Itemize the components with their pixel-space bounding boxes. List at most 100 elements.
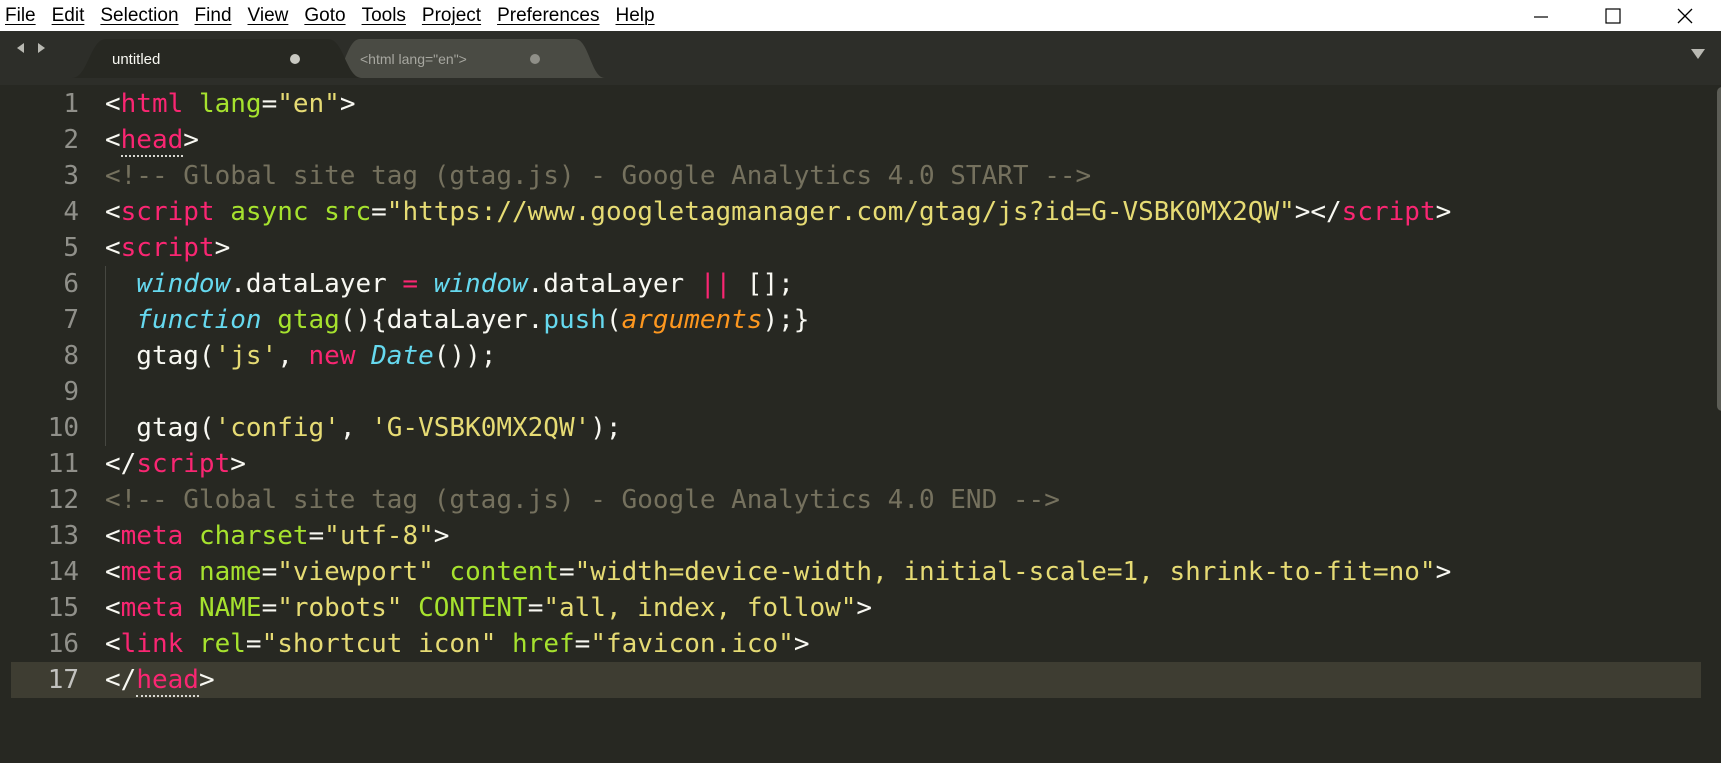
code-token: </	[105, 665, 137, 695]
line-number: 14	[47, 557, 79, 587]
code-line[interactable]: 1 <html lang="en">	[11, 86, 1701, 122]
code-line[interactable]: 5 <script>	[11, 230, 1701, 266]
code-line[interactable]: 7 function gtag(){dataLayer.push(argumen…	[11, 302, 1701, 338]
code-line[interactable]: 14 <meta name="viewport" content="width=d…	[11, 554, 1701, 590]
code-text: <meta name="viewport" content="width=dev…	[105, 554, 1451, 590]
code-text: <link rel="shortcut icon" href="favicon.…	[105, 626, 809, 662]
code-editor[interactable]: 1 <html lang="en"> 2 <head> 3 <!-- Global sit…	[11, 85, 1721, 763]
code-token: "https://www.googletagmanager.com/gtag/j…	[386, 197, 1295, 227]
code-text: <script async src="https://www.googletag…	[105, 194, 1451, 230]
line-number: 7	[63, 305, 79, 335]
menu-find[interactable]: Find	[195, 5, 232, 27]
chevron-left-icon[interactable]	[14, 41, 28, 55]
tab-menu-chevron-down-icon[interactable]	[1689, 47, 1707, 61]
modified-dot-icon[interactable]	[290, 54, 300, 64]
line-number: 13	[47, 521, 79, 551]
code-text: window.dataLayer = window.dataLayer || […	[105, 266, 794, 302]
code-token: .dataLayer	[230, 269, 403, 299]
code-token: "width=device-width, initial-scale=1, sh…	[574, 557, 1436, 587]
indent-guide	[105, 266, 106, 446]
code-token: </	[105, 449, 137, 479]
menu-view[interactable]: View	[248, 5, 289, 27]
menu-goto[interactable]: Goto	[304, 5, 345, 27]
code-line[interactable]: 16 <link rel="shortcut icon" href="favico…	[11, 626, 1701, 662]
code-token: (){dataLayer.	[339, 305, 544, 335]
code-token: =	[308, 521, 325, 551]
code-line[interactable]: 13 <meta charset="utf-8">	[11, 518, 1701, 554]
menu-project[interactable]: Project	[422, 5, 481, 27]
code-token: "shortcut icon"	[261, 629, 497, 659]
tab-untitled[interactable]: untitled	[72, 39, 362, 78]
code-token: >	[1435, 197, 1452, 227]
code-token: script	[120, 233, 215, 263]
code-token: push	[543, 305, 606, 335]
code-token: ></	[1294, 197, 1342, 227]
tab-nav-arrows[interactable]	[14, 41, 48, 55]
code-token: "favicon.ico"	[590, 629, 794, 659]
code-token: rel	[198, 629, 246, 659]
code-token: head	[120, 125, 184, 157]
vertical-scrollbar[interactable]	[1717, 87, 1721, 411]
code-line[interactable]: 10 gtag('config', 'G-VSBK0MX2QW');	[11, 410, 1701, 446]
line-number: 2	[63, 125, 79, 155]
code-line[interactable]: 3 <!-- Global site tag (gtag.js) - Google…	[11, 158, 1701, 194]
code-line[interactable]: 15 <meta NAME="robots" CONTENT="all, inde…	[11, 590, 1701, 626]
line-number: 17	[47, 665, 79, 695]
code-token: <	[105, 89, 121, 119]
code-line[interactable]: 2 <head>	[11, 122, 1701, 158]
menu-preferences[interactable]: Preferences	[497, 5, 599, 27]
code-token: meta	[120, 557, 184, 587]
code-token: =	[261, 557, 278, 587]
code-token: >	[198, 665, 215, 695]
tab-label: untitled	[112, 51, 161, 68]
code-text: <html lang="en">	[105, 86, 356, 122]
close-button[interactable]	[1649, 0, 1721, 31]
code-text: gtag('js', new Date());	[105, 338, 496, 374]
code-token: ||	[699, 269, 732, 299]
line-number: 10	[47, 413, 79, 443]
code-line[interactable]: 11 </script>	[11, 446, 1701, 482]
code-token: arguments	[621, 305, 763, 335]
code-line[interactable]: 9	[11, 374, 1701, 410]
line-number: 8	[63, 341, 79, 371]
menu-edit[interactable]: Edit	[52, 5, 85, 27]
maximize-button[interactable]	[1577, 0, 1649, 31]
code-token: [];	[731, 269, 794, 299]
code-line[interactable]: 12 <!-- Global site tag (gtag.js) - Googl…	[11, 482, 1701, 518]
code-line[interactable]: 8 gtag('js', new Date());	[11, 338, 1701, 374]
code-token: src	[324, 197, 372, 227]
code-token: html	[120, 89, 184, 119]
maximize-icon	[1605, 7, 1621, 24]
code-line[interactable]: 17 </head>	[11, 662, 1701, 698]
line-number: 11	[47, 449, 79, 479]
code-token: gtag(	[105, 341, 215, 371]
menu-selection[interactable]: Selection	[100, 5, 178, 27]
code-token: =	[261, 593, 278, 623]
line-number: 16	[47, 629, 79, 659]
menu-file[interactable]: File	[5, 5, 36, 27]
code-token: <	[105, 521, 121, 551]
code-token: <!-- Global site tag (gtag.js) - Google …	[105, 485, 1060, 515]
code-line[interactable]: 4 <script async src="https://www.googleta…	[11, 194, 1701, 230]
tab-html-lang[interactable]: <html lang="en">	[330, 39, 610, 78]
code-token: >	[214, 233, 231, 263]
code-token: >	[1435, 557, 1452, 587]
menu-help[interactable]: Help	[616, 5, 655, 27]
code-text: </script>	[105, 446, 246, 482]
code-text: <head>	[105, 122, 199, 158]
chevron-right-icon[interactable]	[34, 41, 48, 55]
code-line[interactable]: 6 window.dataLayer = window.dataLayer ||…	[11, 266, 1701, 302]
code-token: window	[136, 269, 231, 299]
code-text: <!-- Global site tag (gtag.js) - Google …	[105, 482, 1060, 518]
minimize-button[interactable]	[1505, 0, 1577, 31]
code-text: <script>	[105, 230, 230, 266]
modified-dot-icon[interactable]	[530, 54, 540, 64]
code-text: gtag('config', 'G-VSBK0MX2QW');	[105, 410, 621, 446]
code-token: function	[136, 305, 262, 335]
menu-tools[interactable]: Tools	[362, 5, 406, 27]
code-token: script	[136, 449, 231, 479]
tab-bar: <html lang="en"> untitled	[0, 31, 1721, 85]
